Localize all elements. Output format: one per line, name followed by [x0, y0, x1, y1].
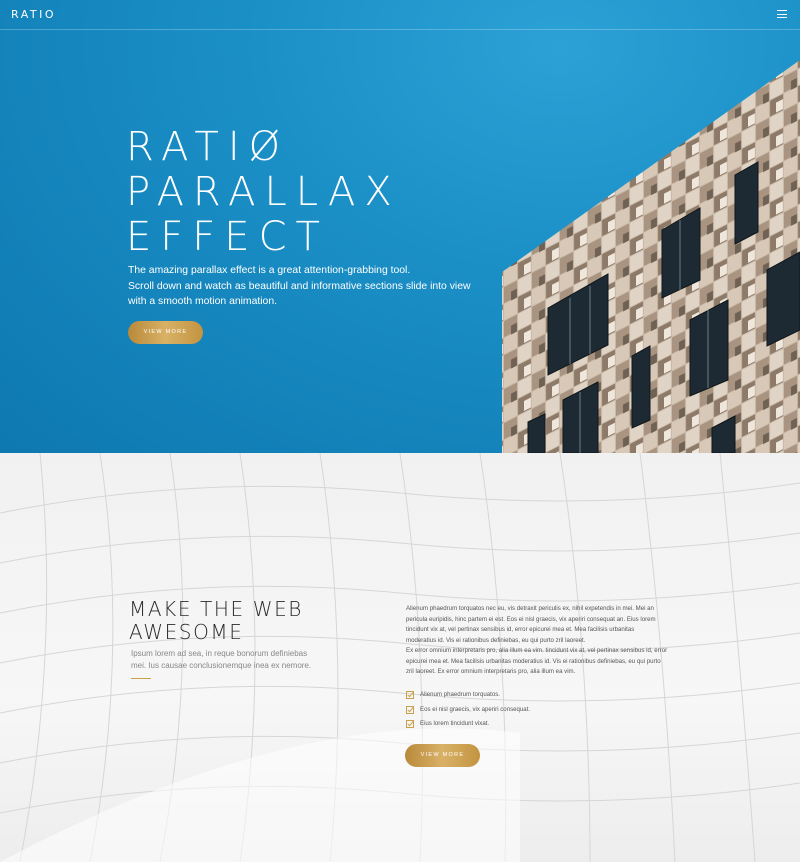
- section-subtitle-line-1: Ipsum lorem ad sea, in reque bonorum def…: [131, 649, 308, 658]
- checkbox-icon: [406, 691, 414, 699]
- logo[interactable]: RATIO: [11, 8, 56, 21]
- section-subtitle: Ipsum lorem ad sea, in reque bonorum def…: [131, 648, 311, 671]
- section-title-line-2: AWESOME: [129, 620, 244, 644]
- section-title: MAKE THE WEB AWESOME: [129, 598, 303, 644]
- hero-description: The amazing parallax effect is a great a…: [128, 263, 488, 310]
- white-architecture-background: [0, 453, 800, 862]
- checklist-item-label: Eos ei nisl graecis, vix aperiri consequ…: [420, 705, 531, 713]
- body-line: epicurei mea et. Mea facilisis urbanitas…: [406, 657, 661, 665]
- make-web-awesome-section: MAKE THE WEB AWESOME Ipsum lorem ad sea,…: [0, 453, 800, 862]
- hamburger-icon[interactable]: [777, 10, 787, 18]
- hero-title-line-3: EFFECT: [126, 214, 329, 260]
- hero-title: RATIØ PARALLAX EFFECT: [126, 125, 401, 260]
- hero-description-line-1: The amazing parallax effect is a great a…: [128, 265, 411, 276]
- checklist-item-label: Eius lorem tincidunt vixat.: [420, 720, 490, 727]
- body-line: Ex error omnium interpretaris pro, alia …: [406, 647, 668, 654]
- hero-title-line-1: RATIØ: [126, 124, 290, 170]
- checkbox-icon: [406, 705, 414, 714]
- body-line: moderatius id. Vis ei rationibus definie…: [406, 636, 586, 644]
- hero-section: RATIØ PARALLAX EFFECT The amazing parall…: [0, 0, 800, 453]
- hero-view-more-button[interactable]: VIEW MORE: [128, 321, 203, 344]
- body-line: tincidunt vix at, vel pertinax sensibus …: [406, 626, 635, 633]
- hero-description-line-2: Scroll down and watch as beautiful and i…: [128, 280, 471, 292]
- section-body-text: Alienum phaedrum torquatos nec eu, vis d…: [406, 604, 668, 678]
- section-subtitle-line-2: mei. Ius causae conclusionemque inea ex …: [131, 660, 312, 670]
- body-line: Alienum phaedrum torquatos nec eu, vis d…: [406, 605, 654, 612]
- body-line: pericula euripidis, hinc partem ei est. …: [406, 615, 656, 623]
- site-header: RATIO: [0, 0, 800, 30]
- hero-description-line-3: with a smooth motion animation.: [128, 296, 278, 307]
- section-view-more-button[interactable]: VIEW MORE: [405, 744, 480, 767]
- section-title-line-1: MAKE THE WEB: [129, 597, 304, 621]
- hero-title-line-2: PARALLAX: [126, 169, 401, 215]
- checklist-item-label: Alienum phaedrum torquatos.: [420, 691, 500, 698]
- checkbox-icon: [406, 720, 414, 728]
- gold-divider: [131, 678, 151, 679]
- body-line: zril laoreet. Ex error omnium interpreta…: [406, 668, 576, 675]
